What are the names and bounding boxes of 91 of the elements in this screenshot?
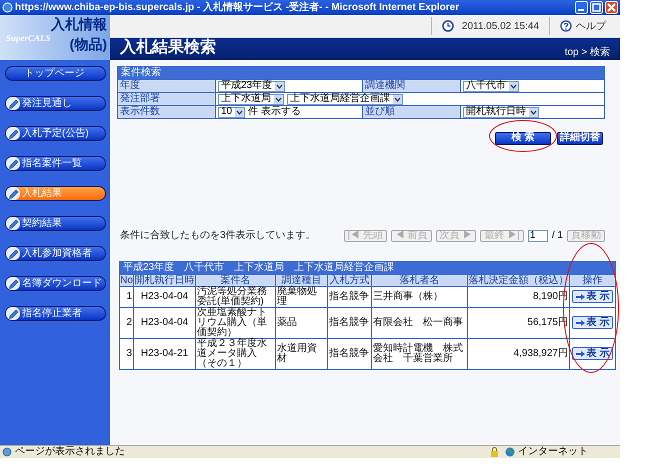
view-button[interactable]: 表 示 <box>572 347 614 360</box>
table-caption: 平成23年度 八千代市 上下水道局 上下水道局経営企画課 <box>120 262 616 274</box>
result-message: 条件に合致したものを3件表示しています。 <box>120 228 316 243</box>
sidebar-item[interactable]: トップページ <box>5 66 106 81</box>
dropdown[interactable]: 開札執行日時 <box>463 106 539 118</box>
caret-icon <box>275 82 284 90</box>
caret-icon <box>393 94 402 104</box>
table-cell: 指名競争 <box>328 338 372 370</box>
clock-icon <box>442 20 454 32</box>
table-cell: 次亜塩素酸ナトリウム購入（単価契約） <box>196 308 276 338</box>
column-header: 操作 <box>570 274 616 286</box>
field-label: 並び順 <box>363 106 461 118</box>
pencil-icon <box>6 127 20 140</box>
zone-label: インターネット <box>518 447 589 457</box>
sidebar-item[interactable]: 契約結果 <box>5 216 106 231</box>
search-button[interactable]: 検 索 <box>495 132 551 144</box>
globe-icon <box>505 447 515 457</box>
column-header: 落札者名 <box>372 274 468 286</box>
pencil-icon <box>6 277 20 290</box>
page-total: / 1 <box>552 229 563 243</box>
lock-icon <box>490 447 499 457</box>
window-title: https://www.chiba-ep-bis.supercals.jp - 入札情報サービス -受注者- - Microsoft Internet Explorer <box>15 2 460 12</box>
table-cell: 平成２３年度水道メータ購入（その１） <box>196 338 276 370</box>
pencil-icon <box>6 307 20 320</box>
table-cell: 1 <box>120 286 134 308</box>
dropdown[interactable]: 八千代市 <box>463 80 519 92</box>
help-icon <box>560 20 572 32</box>
field-label: 調達機関 <box>363 80 461 92</box>
dropdown[interactable]: 上下水道局経営企画課 <box>287 94 403 104</box>
pencil-icon <box>6 187 20 200</box>
table-cell: 指名競争 <box>328 286 372 308</box>
table-cell: 汚泥等処分業務委託(単価契約) <box>196 286 276 308</box>
sidebar-item[interactable]: 指名案件一覧 <box>5 156 106 171</box>
caret-icon <box>529 108 538 116</box>
minimize-icon[interactable] <box>575 1 588 14</box>
field-label: 年度 <box>118 80 216 92</box>
unit-label: 件 表示する <box>248 107 301 117</box>
close-icon[interactable] <box>605 1 618 14</box>
table-cell: 愛知時計電機 株式会社 千葉営業所 <box>372 338 468 370</box>
sidebar-item[interactable]: 入札予定(公告) <box>5 126 106 141</box>
field-label: 発注部署 <box>118 93 216 105</box>
column-header: 開札執行日時 <box>134 274 196 286</box>
caret-icon <box>509 82 518 90</box>
logo-subtitle: (物品) <box>70 37 107 51</box>
table-cell: H23-04-04 <box>134 308 196 338</box>
page-title: 入札結果検索 <box>120 38 216 58</box>
arrow-icon <box>576 350 585 358</box>
dropdown[interactable]: 上下水道局 <box>218 94 284 104</box>
caret-icon <box>274 94 283 104</box>
pencil-icon <box>6 247 20 260</box>
page-input[interactable]: 1 <box>528 230 548 242</box>
column-header: 入札方式 <box>328 274 372 286</box>
arrow-icon <box>576 318 585 327</box>
column-header: 落札決定金額（税込） <box>468 274 570 286</box>
table-cell: 3 <box>120 338 134 370</box>
pencil-icon <box>6 217 20 230</box>
arrow-icon <box>576 292 585 301</box>
column-header: No <box>120 274 134 286</box>
table-cell: 薬品 <box>276 308 328 338</box>
table-cell: 廃棄物処理 <box>276 286 328 308</box>
field-label: 表示件数 <box>118 106 216 118</box>
dropdown[interactable]: 10 <box>218 106 246 118</box>
column-header: 調達種目 <box>276 274 328 286</box>
sidebar-item[interactable]: 指名停止業者 <box>5 306 106 321</box>
sidebar-item[interactable]: 入札参加資格者 <box>5 246 106 261</box>
table-cell: 4,938,927円 <box>468 338 570 370</box>
table-cell: 有限会社 松一商事 <box>372 308 468 338</box>
breadcrumb: top > 検索 <box>564 48 610 58</box>
maximize-icon[interactable] <box>590 1 603 14</box>
column-header: 案件名 <box>196 274 276 286</box>
logo-brand: SuperCALS <box>6 34 51 43</box>
table-cell: 2 <box>120 308 134 338</box>
caret-icon <box>235 108 244 116</box>
sidebar-item[interactable]: 名簿ダウンロード <box>5 276 106 291</box>
table-cell: 指名競争 <box>328 308 372 338</box>
pencil-icon <box>6 97 20 110</box>
datetime: 2011.05.02 15:44 <box>462 20 539 34</box>
form-title: 案件検索 <box>118 67 604 79</box>
help-link[interactable]: ヘルプ <box>550 18 616 34</box>
dropdown[interactable]: 平成23年度 <box>218 80 286 92</box>
table-cell: H23-04-21 <box>134 338 196 370</box>
pencil-icon <box>6 157 20 170</box>
logo-title: 入札情報 <box>51 17 107 31</box>
search-button[interactable]: 詳細切替 <box>557 132 603 144</box>
table-cell: 三井商事（株） <box>372 286 468 308</box>
view-button[interactable]: 表 示 <box>572 290 614 304</box>
table-cell: H23-04-04 <box>134 286 196 308</box>
view-button[interactable]: 表 示 <box>572 316 614 330</box>
status-message: ページが表示されました <box>15 447 126 457</box>
sidebar-item[interactable]: 発注見通し <box>5 96 106 111</box>
table-cell: 水道用資材 <box>276 338 328 370</box>
